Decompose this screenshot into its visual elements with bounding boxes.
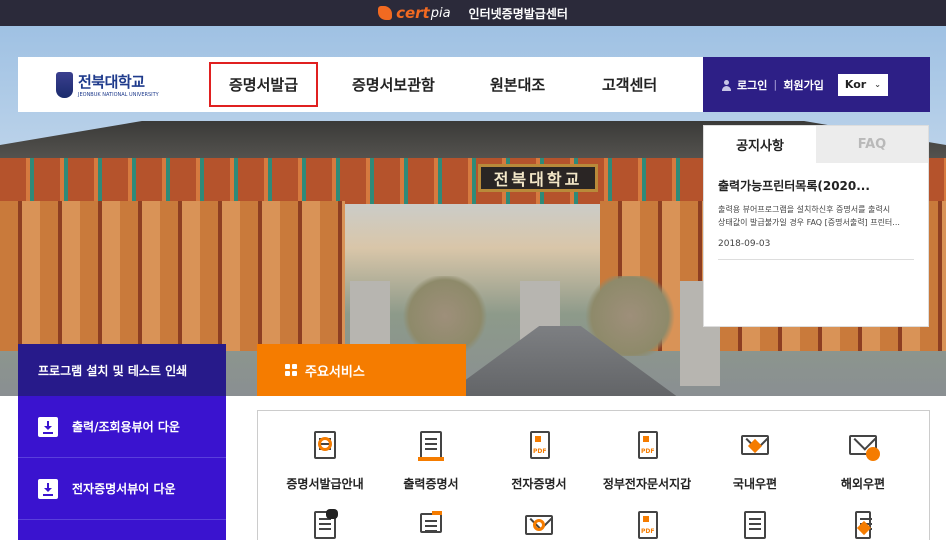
service-checklist[interactable] [700, 509, 810, 540]
service-overseas-mail[interactable]: 해외우편 [808, 429, 918, 492]
nav-original-verification[interactable]: 원본대조 [490, 57, 545, 112]
gate-wall-left [0, 201, 345, 351]
login-link[interactable]: 로그인 [737, 77, 767, 93]
service-label: 증명서발급안내 [286, 477, 364, 491]
grid-icon [285, 364, 297, 376]
user-menu-bar: 로그인 | 회원가입 Kor ⌄ [703, 57, 930, 112]
service-email[interactable] [484, 509, 594, 540]
service-government-wallet[interactable]: 정부전자문서지갑 [592, 429, 702, 492]
notice-panel: 공지사항 FAQ 출력가능프린터목록(2020... 출력용 뷰어프로그램을 설… [703, 125, 929, 327]
service-printed-certificate[interactable]: 출력증명서 [376, 429, 486, 492]
logo-pia-text: pia [430, 5, 451, 21]
university-english-name: JEONBUK NATIONAL UNIVERSITY [78, 92, 159, 98]
nav-certificate-storage[interactable]: 증명서보관함 [352, 57, 435, 112]
language-value: Kor [844, 78, 867, 91]
tab-main-services[interactable]: 주요서비스 [257, 344, 466, 396]
service-label: 정부전자문서지갑 [602, 477, 692, 491]
pdf-wallet-icon [630, 429, 664, 463]
service-electronic-certificate[interactable]: 전자증명서 [484, 429, 594, 492]
sidebar-item-e-cert-viewer-download[interactable]: 전자증명서뷰어 다운 [18, 458, 226, 520]
nav-certificate-issue[interactable]: 증명서발급 [209, 62, 319, 107]
service-printer[interactable] [376, 509, 486, 540]
notice-title[interactable]: 출력가능프린터목록(2020... [718, 177, 914, 194]
service-label: 국내우편 [732, 477, 778, 491]
notice-item[interactable]: 출력가능프린터목록(2020... 출력용 뷰어프로그램을 설치하신후 증명서를… [704, 163, 928, 260]
program-install-sidebar: 프로그램 설치 및 테스트 인쇄 출력/조회용뷰어 다운 전자증명서뷰어 다운 [18, 344, 226, 540]
service-certificate-guide[interactable]: 증명서발급안내 [270, 429, 380, 492]
overseas-mail-icon [846, 429, 880, 463]
download-icon [38, 478, 58, 499]
service-phone[interactable] [808, 509, 918, 540]
nav-customer-center[interactable]: 고객센터 [602, 57, 657, 112]
checklist-icon [738, 509, 772, 540]
sidebar-item-print-viewer-download[interactable]: 출력/조회용뷰어 다운 [18, 396, 226, 458]
certpia-logo[interactable]: cert pia [378, 4, 451, 22]
tab-main-services-label: 주요서비스 [305, 364, 365, 380]
menu-separator: | [773, 78, 778, 91]
tab-faq[interactable]: FAQ [816, 126, 928, 163]
download-icon [38, 416, 58, 437]
talk-document-icon [308, 509, 342, 540]
service-label: 해외우편 [840, 477, 886, 491]
tab-notice[interactable]: 공지사항 [704, 126, 816, 163]
service-talk[interactable] [270, 509, 380, 540]
printer-icon [414, 509, 448, 540]
notice-date: 2018-09-03 [718, 239, 914, 260]
service-label: 전자증명서 [511, 477, 567, 491]
logo-cert-text: cert [396, 4, 430, 22]
top-banner: cert pia 인터넷증명발급센터 [0, 0, 946, 26]
language-select[interactable]: Kor ⌄ [837, 73, 888, 96]
user-icon [721, 79, 731, 91]
domestic-mail-icon [738, 429, 772, 463]
document-search-icon [308, 429, 342, 463]
site-title: 인터넷증명발급센터 [468, 6, 568, 21]
gate-sign: 전북대학교 [478, 164, 598, 192]
certpia-logo-icon [378, 6, 393, 20]
sidebar-heading: 프로그램 설치 및 테스트 인쇄 [18, 344, 226, 396]
services-panel: 증명서발급안내 출력증명서 전자증명서 정부전자문서지갑 국내우편 해외우편 [257, 410, 930, 540]
qr-document-icon [630, 509, 664, 540]
university-emblem-icon [56, 71, 73, 98]
printed-document-icon [414, 429, 448, 463]
main-navbar: 전북대학교 JEONBUK NATIONAL UNIVERSITY 증명서발급 … [18, 57, 703, 112]
university-logo[interactable]: 전북대학교 JEONBUK NATIONAL UNIVERSITY [56, 71, 206, 98]
university-name: 전북대학교 [78, 73, 145, 91]
sidebar-item-label: 출력/조회용뷰어 다운 [72, 420, 180, 434]
signup-link[interactable]: 회원가입 [783, 77, 823, 93]
notice-text-line: 출력용 뷰어프로그램을 설치하신후 증명서를 출력시 [718, 205, 891, 214]
phone-icon [846, 509, 880, 540]
pdf-document-icon [522, 429, 556, 463]
service-domestic-mail[interactable]: 국내우편 [700, 429, 810, 492]
notice-text-line: 상태값이 발급불가일 경우 FAQ [증명서출력] 프린터... [718, 218, 900, 227]
service-label: 출력증명서 [403, 477, 459, 491]
chevron-down-icon: ⌄ [874, 80, 881, 89]
sidebar-item-label: 전자증명서뷰어 다운 [72, 482, 176, 496]
service-qr-document[interactable] [592, 509, 702, 540]
email-icon [522, 509, 556, 540]
